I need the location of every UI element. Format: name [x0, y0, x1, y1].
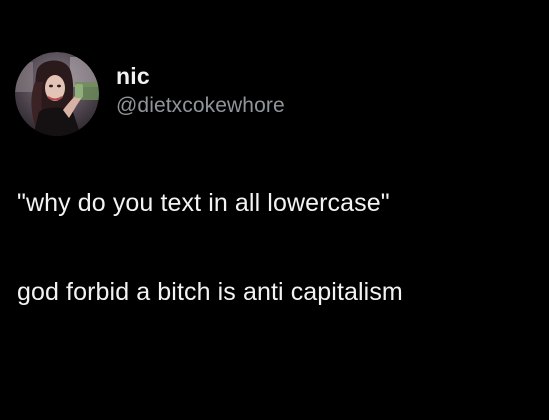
tweet-text-line-2: god forbid a bitch is anti capitalism [17, 278, 403, 306]
user-names: nic @dietxcokewhore [116, 62, 285, 120]
tweet-header: nic @dietxcokewhore [15, 52, 285, 136]
avatar[interactable] [15, 52, 99, 136]
user-handle[interactable]: @dietxcokewhore [116, 92, 285, 120]
tweet-text-line-1: "why do you text in all lowercase" [17, 189, 390, 217]
avatar-photo-icon [15, 52, 99, 136]
display-name[interactable]: nic [116, 62, 285, 90]
tweet-card: nic @dietxcokewhore "why do you text in … [0, 0, 549, 420]
